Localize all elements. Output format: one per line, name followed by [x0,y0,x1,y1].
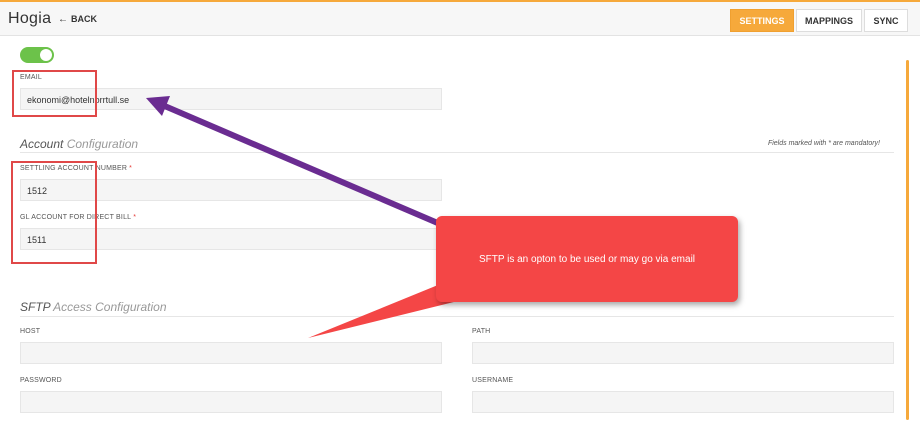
annotation-callout: SFTP is an opton to be used or may go vi… [436,216,738,302]
arrow-shaft [158,101,442,227]
callout-text: SFTP is an opton to be used or may go vi… [478,253,696,265]
